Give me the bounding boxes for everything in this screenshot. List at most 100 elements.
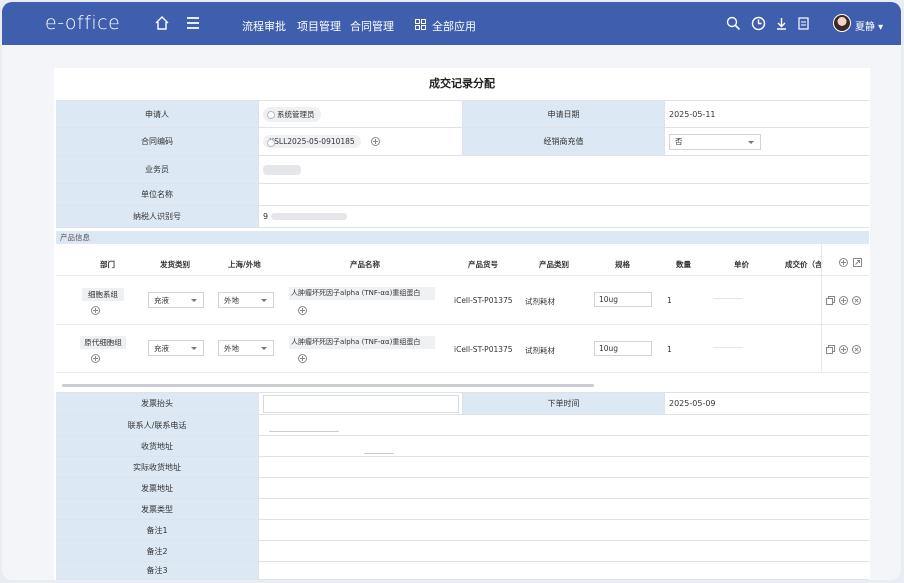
real-addr-label: 实际收货地址 <box>56 457 259 477</box>
product-row-1-dept[interactable]: 细胞系组 <box>82 288 124 301</box>
order-time-value: 2025-05-09 <box>669 399 716 408</box>
contract-no-value[interactable]: XSLL2025-05-0910185 <box>263 135 361 148</box>
row-divider <box>56 324 869 325</box>
add-icon[interactable] <box>839 296 848 305</box>
user-name-text: 夏静 <box>855 22 875 33</box>
add-icon[interactable] <box>839 345 848 354</box>
user-avatar[interactable] <box>833 14 851 32</box>
product-row-1-code: iCell-ST-P01375 <box>454 296 513 305</box>
product-row-2-spec-input[interactable]: 10ug <box>594 341 652 356</box>
product-row-1-region-select[interactable]: 外地 <box>218 292 274 308</box>
product-row-1-name[interactable]: 人肿瘤坏死因子alpha (TNF-αα)重组蛋白 <box>289 287 435 300</box>
col-product-name: 产品名称 <box>350 260 380 269</box>
grid-icon[interactable] <box>415 19 426 30</box>
product-row-2-code: iCell-ST-P01375 <box>454 345 513 354</box>
contract-no-label: 合同编码 <box>56 128 259 155</box>
product-row-2-dept[interactable]: 原代细胞组 <box>80 336 126 349</box>
ship-addr-value[interactable] <box>259 436 869 456</box>
form-row-applicant: 申请人 系统管理员 申请日期 2025-05-11 <box>56 100 869 128</box>
add-product-icon[interactable] <box>298 306 307 315</box>
copy-icon[interactable] <box>826 296 835 305</box>
chevron-down-icon <box>261 299 267 302</box>
dealer-select-value: 否 <box>675 137 683 146</box>
add-product-icon[interactable] <box>298 354 307 363</box>
form-row-contract: 合同编码 XSLL2025-05-0910185 经销商充值 否 <box>56 128 869 156</box>
nav-workflow-approval[interactable]: 流程审批 <box>242 18 286 34</box>
col-ship-type: 发货类别 <box>160 260 190 269</box>
invoice-addr-value[interactable] <box>259 478 869 498</box>
form-row-taxid: 纳税人识别号 9 <box>56 206 869 228</box>
note3-value[interactable] <box>259 562 869 579</box>
form-row-unit: 单位名称 <box>56 184 869 206</box>
invoice-head-cell <box>259 393 462 414</box>
delete-icon[interactable] <box>852 296 861 305</box>
note1-value[interactable] <box>259 520 869 540</box>
product-row-1-spec-input[interactable]: 10ug <box>594 292 652 307</box>
add-dept-icon[interactable] <box>91 306 100 315</box>
delete-icon[interactable] <box>852 345 861 354</box>
chevron-down-icon <box>261 347 267 350</box>
product-row-2-ship-select[interactable]: 充液 <box>148 340 204 356</box>
real-addr-value[interactable] <box>259 457 869 477</box>
product-row-2-name[interactable]: 人肿瘤坏死因子alpha (TNF-αα)重组蛋白 <box>289 336 435 349</box>
document-icon[interactable] <box>796 16 811 31</box>
add-dept-icon[interactable] <box>91 354 100 363</box>
nav-all-apps[interactable]: 全部应用 <box>432 18 476 34</box>
form-row-note1: 备注1 <box>56 520 869 541</box>
region-value: 外地 <box>224 295 239 305</box>
menu-icon[interactable] <box>185 15 201 31</box>
form-row-invoice-type: 发票类型 <box>56 499 869 520</box>
ship-addr-label: 收货地址 <box>56 436 259 456</box>
salesman-value[interactable] <box>263 164 301 175</box>
nav-contract-management[interactable]: 合同管理 <box>350 18 394 34</box>
unit-label: 单位名称 <box>56 184 259 205</box>
product-row-2-price-redacted <box>713 347 743 348</box>
contact-value[interactable] <box>259 415 869 435</box>
col-dept: 部门 <box>100 260 115 269</box>
add-row-icon[interactable] <box>839 258 848 267</box>
add-contract-icon[interactable] <box>370 137 380 146</box>
salesman-label: 业务员 <box>56 156 259 183</box>
nav-project-management[interactable]: 项目管理 <box>297 18 341 34</box>
apply-date-label: 申请日期 <box>462 101 665 127</box>
home-icon[interactable] <box>153 14 171 32</box>
app-logo[interactable]: e-office <box>45 12 120 34</box>
dealer-cell: 否 <box>665 128 869 155</box>
export-icon[interactable] <box>853 258 862 267</box>
col-deal-price: 成交价（含 <box>785 260 823 269</box>
chevron-down-icon <box>191 347 197 350</box>
note2-value[interactable] <box>259 541 869 561</box>
horizontal-scrollbar[interactable] <box>62 384 594 387</box>
col-product-code: 产品货号 <box>468 260 498 269</box>
applicant-chip[interactable]: 系统管理员 <box>263 106 321 122</box>
col-divider <box>821 244 822 372</box>
product-row-1-qty[interactable]: 1 <box>667 296 672 305</box>
order-time-label: 下单时间 <box>462 393 665 414</box>
product-row-1-category: 试剂耗材 <box>525 297 555 306</box>
ship-type-value: 充液 <box>154 295 169 305</box>
invoice-head-input[interactable] <box>263 394 459 413</box>
applicant-label: 申请人 <box>56 101 259 127</box>
user-name-menu[interactable]: 夏静 ▾ <box>855 18 883 33</box>
download-icon[interactable] <box>774 16 789 31</box>
unit-value[interactable] <box>259 184 869 205</box>
taxid-label: 纳税人识别号 <box>56 206 259 227</box>
note1-label: 备注1 <box>56 520 259 540</box>
note2-label: 备注2 <box>56 541 259 561</box>
ship-addr-underline <box>364 453 394 454</box>
product-row-1-ship-select[interactable]: 充液 <box>148 292 204 308</box>
product-row-1-price-redacted <box>713 298 743 299</box>
copy-icon[interactable] <box>826 345 835 354</box>
product-row-2-qty[interactable]: 1 <box>667 345 672 354</box>
invoice-type-value[interactable] <box>259 499 869 519</box>
taxid-cell: 9 <box>259 206 869 227</box>
chevron-down-icon <box>748 140 754 144</box>
dealer-select[interactable]: 否 <box>669 133 761 150</box>
apply-date-value: 2025-05-11 <box>669 109 716 119</box>
form-title: 成交记录分配 <box>429 77 495 90</box>
product-row-2-region-select[interactable]: 外地 <box>218 340 274 356</box>
search-icon[interactable] <box>726 16 741 31</box>
clock-icon[interactable] <box>751 16 766 31</box>
col-qty: 数量 <box>676 260 691 269</box>
salesman-cell <box>259 156 869 183</box>
